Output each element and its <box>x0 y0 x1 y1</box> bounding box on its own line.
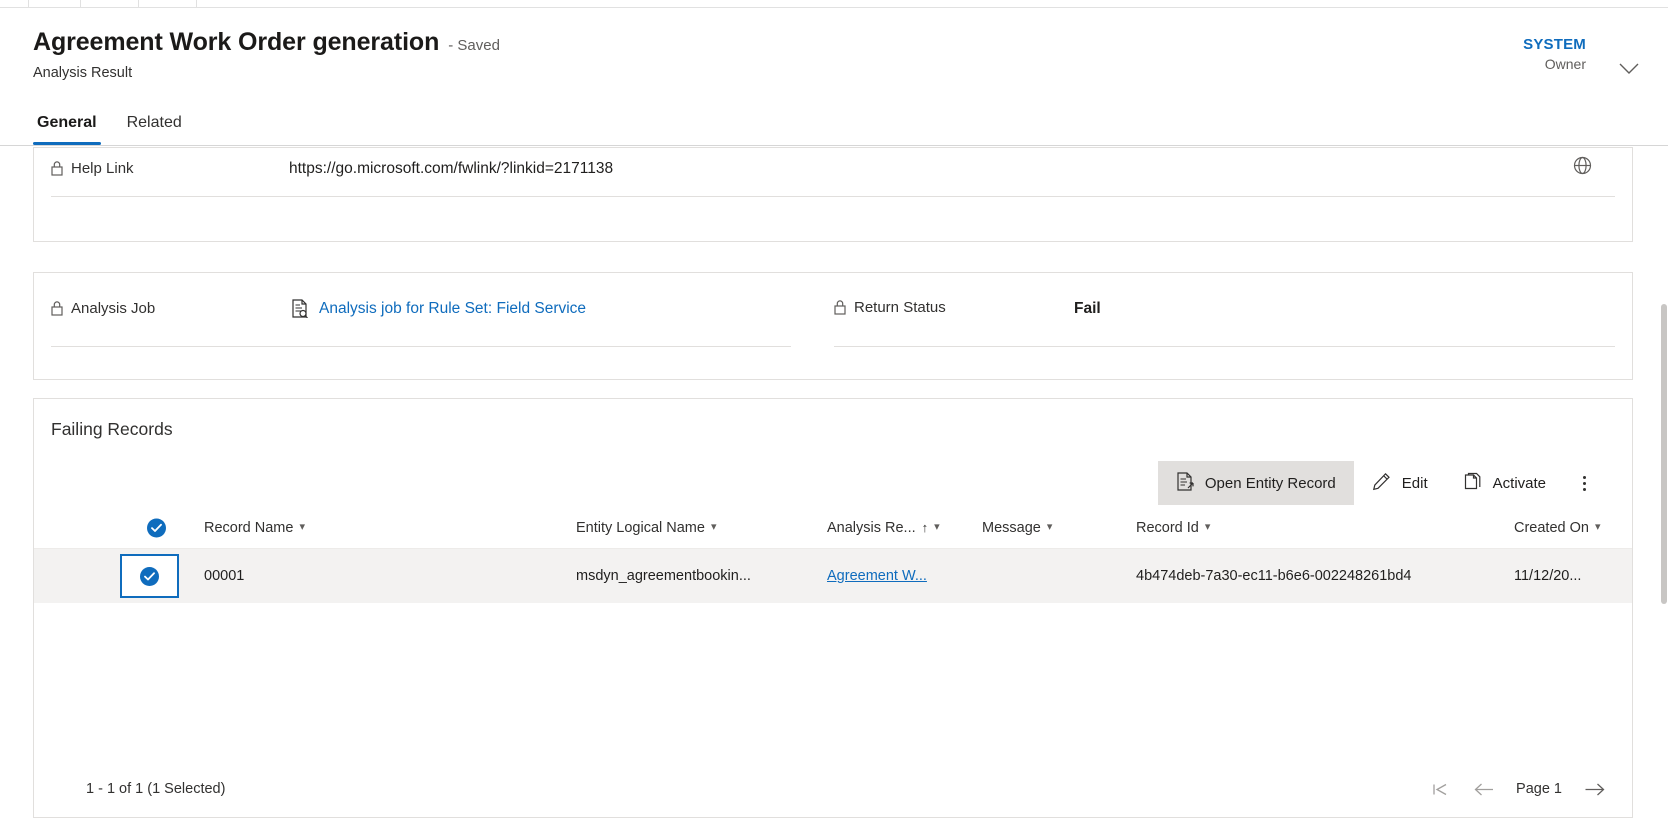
tab-general-label: General <box>37 114 97 131</box>
chevron-down-icon: ▾ <box>1594 521 1601 533</box>
help-link-value[interactable]: https://go.microsoft.com/fwlink/?linkid=… <box>289 160 613 178</box>
grid-command-bar: Open Entity Record Edit Activate <box>1157 461 1604 505</box>
column-header-record-name[interactable]: Record Name ▾ <box>204 520 305 536</box>
page-scrollbar-thumb[interactable] <box>1661 304 1667 604</box>
chevron-down-icon: ▾ <box>710 521 717 533</box>
activate-label: Activate <box>1492 474 1546 492</box>
cell-analysis-result[interactable]: Agreement W... <box>827 567 927 585</box>
pencil-icon <box>1372 472 1391 495</box>
analysis-job-underline <box>51 346 791 347</box>
chevron-down-icon: ▾ <box>299 521 305 533</box>
tab-general[interactable]: General <box>33 104 101 145</box>
lock-icon <box>51 301 63 316</box>
help-link-label-text: Help Link <box>71 160 134 177</box>
column-header-record-name-label: Record Name <box>204 519 294 536</box>
column-header-created-on[interactable]: Created On ▾ <box>1514 520 1601 536</box>
chevron-down-icon: ▾ <box>1046 521 1053 533</box>
activate-page-icon <box>1464 472 1482 495</box>
analysis-job-field: Analysis Job Analysis job for Rule Set: … <box>34 273 1632 379</box>
more-vertical-icon[interactable] <box>1564 461 1604 505</box>
column-header-entity-logical-name-label: Entity Logical Name <box>576 519 705 536</box>
analysis-job-label-text: Analysis Job <box>71 300 156 317</box>
column-header-analysis-result-label: Analysis Re... <box>827 519 916 536</box>
record-count-label: 1 - 1 of 1 (1 Selected) <box>86 781 226 797</box>
owner-name[interactable]: SYSTEM <box>1523 36 1586 53</box>
analysis-job-value[interactable]: Analysis job for Rule Set: Field Service <box>291 299 586 318</box>
return-status-label-text: Return Status <box>854 299 946 316</box>
cell-record-name: 00001 <box>204 568 245 584</box>
help-link-underline <box>51 196 1615 197</box>
column-header-message-label: Message <box>982 519 1041 536</box>
save-status: - Saved <box>448 37 500 54</box>
column-header-analysis-result[interactable]: Analysis Re... ↑ ▾ <box>827 520 940 536</box>
cell-created-on: 11/12/20... <box>1514 568 1582 584</box>
chevron-down-icon: ▾ <box>1204 521 1211 533</box>
grid-header-row: Record Name ▾ Entity Logical Name ▾ Anal… <box>34 507 1632 549</box>
globe-icon[interactable] <box>1573 156 1592 180</box>
page-scrollbar-track[interactable] <box>1660 146 1668 831</box>
arrow-left-icon[interactable] <box>1472 777 1496 801</box>
column-header-created-on-label: Created On <box>1514 519 1589 536</box>
column-header-entity-logical-name[interactable]: Entity Logical Name ▾ <box>576 520 716 536</box>
first-page-icon[interactable] <box>1428 777 1452 801</box>
owner-block: SYSTEM Owner <box>1523 36 1586 72</box>
chevron-down-icon[interactable] <box>1616 56 1642 82</box>
return-status-underline <box>834 346 1615 347</box>
help-link-field: Help Link https://go.microsoft.com/fwlin… <box>34 148 1632 241</box>
analysis-job-card: Analysis Job Analysis job for Rule Set: … <box>33 272 1633 380</box>
activate-button[interactable]: Activate <box>1446 461 1564 505</box>
lock-icon <box>51 161 63 176</box>
edit-label: Edit <box>1401 474 1428 492</box>
open-entity-record-icon <box>1176 471 1194 495</box>
title-row: Agreement Work Order generation - Saved <box>33 28 500 57</box>
table-row[interactable]: 00001 msdyn_agreementbookin... Agreement… <box>34 549 1632 603</box>
edit-button[interactable]: Edit <box>1354 461 1446 505</box>
help-link-label: Help Link <box>51 160 134 177</box>
checkbox-checked-icon <box>140 566 159 586</box>
arrow-right-icon[interactable] <box>1582 777 1606 801</box>
analysis-job-link[interactable]: Analysis job for Rule Set: Field Service <box>319 300 586 318</box>
failing-records-heading: Failing Records <box>51 419 173 439</box>
pagination-controls: Page 1 <box>1428 777 1606 801</box>
cell-record-id: 4b474deb-7a30-ec11-b6e6-002248261bd4 <box>1136 568 1412 584</box>
grid-footer: 1 - 1 of 1 (1 Selected) Page 1 <box>34 761 1632 817</box>
return-status-label: Return Status <box>834 299 946 316</box>
tab-related[interactable]: Related <box>123 104 186 145</box>
column-header-record-id-label: Record Id <box>1136 519 1199 536</box>
form-tabs: General Related <box>33 104 186 145</box>
open-entity-record-button[interactable]: Open Entity Record <box>1157 461 1354 505</box>
page-number-label: Page 1 <box>1516 781 1562 797</box>
record-header: Agreement Work Order generation - Saved … <box>0 8 1668 146</box>
column-header-message[interactable]: Message ▾ <box>982 520 1052 536</box>
owner-role-label: Owner <box>1544 56 1586 72</box>
column-header-record-id[interactable]: Record Id ▾ <box>1136 520 1210 536</box>
form-body: Help Link https://go.microsoft.com/fwlin… <box>0 146 1668 831</box>
browser-chrome-strip <box>0 0 1668 8</box>
chevron-down-icon: ▾ <box>934 521 940 533</box>
row-select-checkbox[interactable] <box>120 554 179 598</box>
entity-subtitle: Analysis Result <box>33 65 133 81</box>
cell-analysis-result-link[interactable]: Agreement W... <box>827 568 927 584</box>
analysis-job-label: Analysis Job <box>51 300 155 317</box>
failing-records-card: Failing Records Open Entity Record Edit … <box>33 398 1633 818</box>
open-entity-record-label: Open Entity Record <box>1204 474 1336 492</box>
help-link-card: Help Link https://go.microsoft.com/fwlin… <box>33 147 1633 242</box>
cell-entity-logical-name: msdyn_agreementbookin... <box>576 568 751 584</box>
sort-ascending-icon: ↑ <box>921 520 929 535</box>
page-title: Agreement Work Order generation <box>33 28 440 56</box>
return-status-value: Fail <box>1074 300 1101 317</box>
select-all-checkbox[interactable] <box>147 518 166 537</box>
lock-icon <box>834 300 846 315</box>
tab-related-label: Related <box>126 114 182 131</box>
document-search-icon <box>291 299 309 318</box>
